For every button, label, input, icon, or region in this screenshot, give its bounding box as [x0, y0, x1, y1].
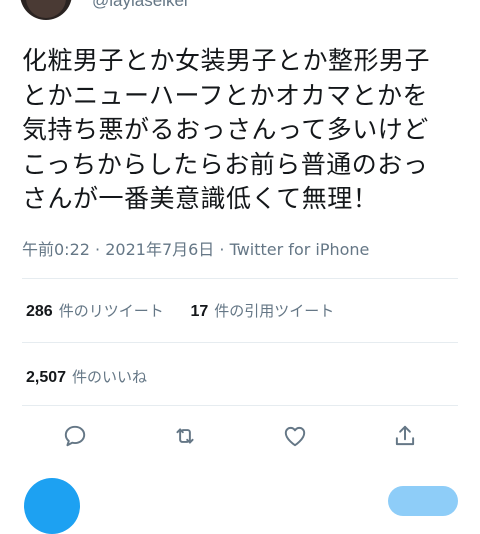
- divider: [22, 278, 458, 279]
- action-bar: [0, 423, 480, 449]
- tweet-line: さんが一番美意識低くて無理！: [22, 184, 379, 213]
- retweet-stats: 286 件のリツイート 17 件の引用ツイート: [26, 300, 356, 321]
- reply-icon[interactable]: [62, 423, 88, 449]
- quotes-count: 17: [190, 303, 209, 320]
- likes-count: 2,507: [26, 369, 67, 386]
- like-icon[interactable]: [282, 423, 308, 449]
- tweet-date[interactable]: 2021年7月6日: [105, 240, 214, 259]
- quotes-link[interactable]: 17 件の引用ツイート: [191, 302, 357, 320]
- tweet-line: 化粧男子とか女装男子とか整形男子: [22, 46, 431, 75]
- retweets-label: 件のリツイート: [58, 302, 164, 320]
- tweet-line: 気持ち悪がるおっさんって多いけど: [22, 115, 429, 144]
- reply-button[interactable]: [388, 486, 458, 516]
- tweet-metadata: 午前0:22 · 2021年7月6日 · Twitter for iPhone: [22, 236, 369, 260]
- separator: ·: [95, 240, 101, 259]
- profile-button[interactable]: [24, 478, 80, 534]
- tweet-source[interactable]: Twitter for iPhone: [230, 240, 370, 259]
- user-handle[interactable]: @laylaseikei: [92, 0, 188, 11]
- share-icon[interactable]: [392, 423, 418, 449]
- quotes-label: 件の引用ツイート: [214, 302, 335, 320]
- divider: [22, 405, 458, 406]
- tweet-text: 化粧男子とか女装男子とか整形男子 とかニューハーフとかオカマとかを 気持ち悪がる…: [22, 44, 467, 217]
- tweet-time[interactable]: 午前0:22: [22, 240, 90, 259]
- likes-stats[interactable]: 2,507 件のいいね: [26, 366, 147, 387]
- likes-label: 件のいいね: [72, 368, 148, 386]
- retweet-icon[interactable]: [172, 423, 198, 449]
- divider: [22, 342, 458, 343]
- retweets-link[interactable]: 286 件のリツイート: [26, 302, 186, 320]
- tweet-line: とかニューハーフとかオカマとかを: [22, 80, 429, 110]
- tweet-line: こっちからしたらお前ら普通のおっ: [22, 149, 429, 179]
- separator: ·: [219, 240, 225, 259]
- retweets-count: 286: [26, 303, 53, 320]
- avatar[interactable]: [20, 0, 72, 20]
